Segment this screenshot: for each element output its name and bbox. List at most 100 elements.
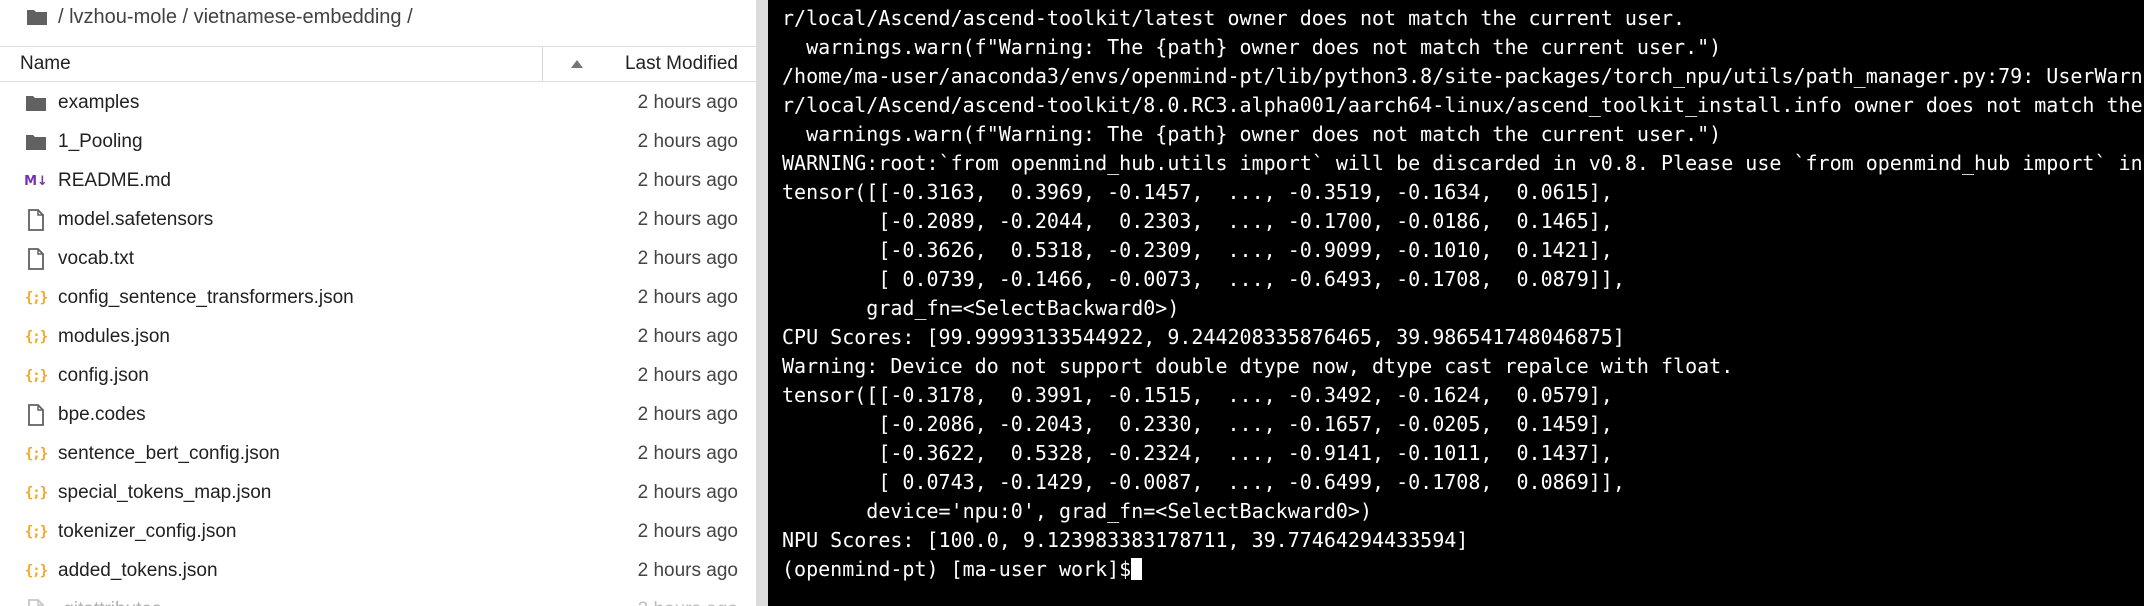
file-name[interactable]: config_sentence_transformers.json (58, 278, 354, 317)
json-file-icon: {;} (24, 290, 48, 306)
file-row[interactable]: {;} tokenizer_config.json 2 hours ago (0, 512, 756, 551)
name-column-header[interactable]: Name (20, 47, 71, 81)
terminal-output: r/local/Ascend/ascend-toolkit/latest own… (782, 4, 2144, 584)
file-modified: 2 hours ago (637, 287, 738, 308)
file-name[interactable]: special_tokens_map.json (58, 473, 271, 512)
sort-ascending-icon[interactable] (571, 60, 583, 68)
terminal-line: r/local/Ascend/ascend-toolkit/8.0.RC3.al… (782, 91, 2144, 120)
terminal-line: warnings.warn(f"Warning: The {path} owne… (782, 120, 2144, 149)
file-name[interactable]: modules.json (58, 317, 170, 356)
file-row[interactable]: bpe.codes 2 hours ago (0, 395, 756, 434)
terminal-line: [-0.2089, -0.2044, 0.2303, ..., -0.1700,… (782, 207, 2144, 236)
file-row[interactable]: M↓ README.md 2 hours ago (0, 161, 756, 200)
file-name[interactable]: vocab.txt (58, 239, 134, 278)
terminal-line: CPU Scores: [99.99993133544922, 9.244208… (782, 323, 2144, 352)
terminal-line-text: r/local/Ascend/ascend-toolkit/latest own… (782, 6, 1686, 30)
column-divider[interactable] (542, 47, 543, 81)
terminal-panel[interactable]: r/local/Ascend/ascend-toolkit/latest own… (768, 0, 2144, 606)
terminal-line: [-0.2086, -0.2043, 0.2330, ..., -0.1657,… (782, 410, 2144, 439)
file-row[interactable]: 1_Pooling 2 hours ago (0, 122, 756, 161)
terminal-line-text: (openmind-pt) [ma-user work]$ (782, 557, 1132, 581)
panel-splitter[interactable] (756, 0, 768, 606)
json-file-icon: {;} (24, 368, 48, 384)
json-file-icon: {;} (24, 485, 48, 501)
file-icon (25, 209, 47, 231)
terminal-line: Warning: Device do not support double dt… (782, 352, 2144, 381)
terminal-line-text: tensor([[-0.3178, 0.3991, -0.1515, ..., … (782, 383, 1613, 407)
terminal-line: grad_fn=<SelectBackward0>) (782, 294, 2144, 323)
terminal-line: NPU Scores: [100.0, 9.123983383178711, 3… (782, 526, 2144, 555)
file-name[interactable]: added_tokens.json (58, 551, 218, 590)
file-icon (25, 248, 47, 270)
file-name[interactable]: .gitattributes (58, 590, 162, 606)
file-modified: 2 hours ago (637, 326, 738, 347)
json-file-icon: {;} (24, 329, 48, 345)
file-modified: 2 hours ago (637, 131, 738, 152)
file-name[interactable]: README.md (58, 161, 171, 200)
markdown-icon: M↓ (24, 173, 48, 189)
file-browser-panel: / lvzhou-mole / vietnamese-embedding / N… (0, 0, 756, 606)
file-row[interactable]: {;} config.json 2 hours ago (0, 356, 756, 395)
terminal-line-text: [-0.3622, 0.5328, -0.2324, ..., -0.9141,… (782, 441, 1613, 465)
file-row[interactable]: {;} modules.json 2 hours ago (0, 317, 756, 356)
terminal-line: tensor([[-0.3178, 0.3991, -0.1515, ..., … (782, 381, 2144, 410)
terminal-prompt: (openmind-pt) [ma-user work]$ (782, 555, 2144, 584)
workspace: / lvzhou-mole / vietnamese-embedding / N… (0, 0, 2144, 606)
file-modified: 2 hours ago (637, 170, 738, 191)
file-name[interactable]: config.json (58, 356, 149, 395)
terminal-line: r/local/Ascend/ascend-toolkit/latest own… (782, 4, 2144, 33)
file-modified: 2 hours ago (637, 92, 738, 113)
terminal-line-text: [-0.2086, -0.2043, 0.2330, ..., -0.1657,… (782, 412, 1613, 436)
file-row[interactable]: vocab.txt 2 hours ago (0, 239, 756, 278)
file-name[interactable]: bpe.codes (58, 395, 146, 434)
last-modified-column-header[interactable]: Last Modified (625, 47, 738, 81)
file-row[interactable]: {;} sentence_bert_config.json 2 hours ago (0, 434, 756, 473)
terminal-line: [-0.3622, 0.5328, -0.2324, ..., -0.9141,… (782, 439, 2144, 468)
json-file-icon: {;} (24, 524, 48, 540)
terminal-line: [ 0.0743, -0.1429, -0.0087, ..., -0.6499… (782, 468, 2144, 497)
file-row[interactable]: {;} special_tokens_map.json 2 hours ago (0, 473, 756, 512)
terminal-line: [ 0.0739, -0.1466, -0.0073, ..., -0.6493… (782, 265, 2144, 294)
terminal-line-text: [-0.2089, -0.2044, 0.2303, ..., -0.1700,… (782, 209, 1613, 233)
file-modified: 2 hours ago (637, 248, 738, 269)
file-modified: 2 hours ago (638, 590, 738, 606)
terminal-line-text: r/local/Ascend/ascend-toolkit/8.0.RC3.al… (782, 93, 2143, 117)
terminal-line-text: [-0.3626, 0.5318, -0.2309, ..., -0.9099,… (782, 238, 1613, 262)
terminal-line-text: CPU Scores: [99.99993133544922, 9.244208… (782, 325, 1625, 349)
file-row[interactable]: {;} config_sentence_transformers.json 2 ho… (0, 278, 756, 317)
terminal-line: tensor([[-0.3163, 0.3969, -0.1457, ..., … (782, 178, 2144, 207)
terminal-line: /home/ma-user/anaconda3/envs/openmind-pt… (782, 62, 2144, 91)
file-row[interactable]: model.safetensors 2 hours ago (0, 200, 756, 239)
terminal-line-text: grad_fn=<SelectBackward0>) (782, 296, 1180, 320)
terminal-line-text: /home/ma-user/anaconda3/envs/openmind-pt… (782, 64, 2144, 88)
file-modified: 2 hours ago (637, 404, 738, 425)
file-modified: 2 hours ago (637, 521, 738, 542)
terminal-line-text: Warning: Device do not support double dt… (782, 354, 1734, 378)
terminal-line: [-0.3626, 0.5318, -0.2309, ..., -0.9099,… (782, 236, 2144, 265)
file-name[interactable]: 1_Pooling (58, 122, 143, 161)
file-icon (25, 404, 47, 426)
file-name[interactable]: model.safetensors (58, 200, 213, 239)
file-modified: 2 hours ago (637, 365, 738, 386)
terminal-line-text: device='npu:0', grad_fn=<SelectBackward0… (782, 499, 1373, 523)
file-modified: 2 hours ago (637, 443, 738, 464)
breadcrumb: / lvzhou-mole / vietnamese-embedding / (26, 0, 413, 34)
file-row[interactable]: .gitattributes 2 hours ago (0, 590, 756, 606)
file-name[interactable]: sentence_bert_config.json (58, 434, 280, 473)
file-row[interactable]: {;} added_tokens.json 2 hours ago (0, 551, 756, 590)
file-modified: 2 hours ago (637, 209, 738, 230)
terminal-line-text: warnings.warn(f"Warning: The {path} owne… (782, 35, 1722, 59)
file-name[interactable]: examples (58, 83, 139, 122)
file-name[interactable]: tokenizer_config.json (58, 512, 237, 551)
terminal-line: warnings.warn(f"Warning: The {path} owne… (782, 33, 2144, 62)
terminal-cursor (1131, 558, 1143, 580)
folder-icon (25, 92, 47, 114)
file-list: examples 2 hours ago 1_Pooling 2 hours ago M… (0, 83, 756, 606)
terminal-line-text: tensor([[-0.3163, 0.3969, -0.1457, ..., … (782, 180, 1613, 204)
terminal-line-text: NPU Scores: [100.0, 9.123983383178711, 3… (782, 528, 1469, 552)
file-modified: 2 hours ago (637, 482, 738, 503)
folder-icon[interactable] (26, 8, 48, 26)
breadcrumb-path[interactable]: / lvzhou-mole / vietnamese-embedding / (58, 6, 413, 29)
file-icon (25, 599, 47, 606)
file-row[interactable]: examples 2 hours ago (0, 83, 756, 122)
